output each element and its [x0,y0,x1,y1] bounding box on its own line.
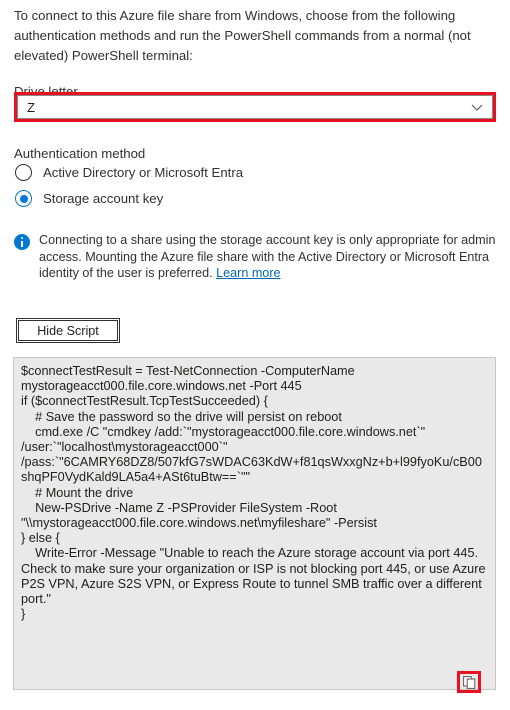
info-note-text: Connecting to a share using the storage … [39,232,496,282]
intro-paragraph: To connect to this Azure file share from… [14,8,471,63]
hide-script-button[interactable]: Hide Script [16,318,120,343]
hide-script-button-label: Hide Script [18,320,118,341]
drive-letter-highlight: Z [14,92,496,122]
script-container: $connectTestResult = Test-NetConnection … [13,357,496,690]
chevron-down-icon [470,100,484,114]
powershell-script-text: $connectTestResult = Test-NetConnection … [21,364,486,622]
auth-method-label: Authentication method [14,146,146,161]
radio-icon-unchecked [15,164,32,181]
mount-file-share-panel: To connect to this Azure file share from… [0,0,510,710]
info-circle-icon [14,234,30,250]
info-note: Connecting to a share using the storage … [14,232,496,282]
radio-label-active-directory: Active Directory or Microsoft Entra [43,165,244,180]
radio-option-active-directory[interactable]: Active Directory or Microsoft Entra [15,164,243,181]
drive-letter-select[interactable]: Z [17,95,493,119]
radio-label-storage-account-key: Storage account key [43,191,164,206]
drive-letter-value: Z [27,99,36,115]
copy-icon [462,675,476,689]
radio-icon-checked [15,190,32,207]
learn-more-link[interactable]: Learn more [216,266,280,280]
copy-script-button[interactable] [457,671,481,693]
radio-option-storage-account-key[interactable]: Storage account key [15,190,163,207]
